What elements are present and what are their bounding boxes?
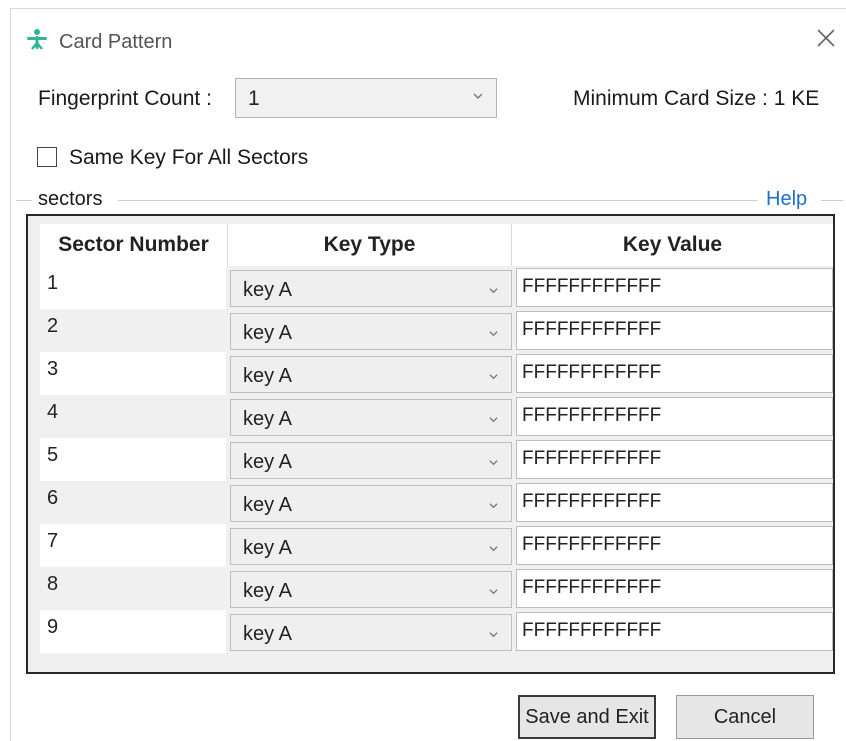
fingerprint-count-value: 1	[248, 87, 260, 110]
chevron-down-icon	[488, 412, 499, 423]
sector-number-cell[interactable]: 7	[40, 524, 226, 567]
fingerprint-app-icon	[25, 27, 49, 51]
key-type-dropdown[interactable]: key A	[230, 485, 512, 522]
chevron-down-icon	[488, 498, 499, 509]
key-value-field[interactable]: FFFFFFFFFFFF	[516, 311, 833, 350]
sector-number-cell[interactable]: 6	[40, 481, 226, 524]
key-type-value: key A	[243, 494, 292, 516]
table-row: 5 key A FFFFFFFFFFFF	[40, 438, 835, 481]
help-link[interactable]: Help	[766, 188, 807, 211]
key-type-value: key A	[243, 537, 292, 559]
dialog-title: Card Pattern	[59, 31, 173, 53]
chevron-down-icon	[488, 369, 499, 380]
chevron-down-icon	[488, 455, 499, 466]
group-divider-right	[821, 200, 843, 201]
key-type-dropdown[interactable]: key A	[230, 313, 512, 350]
sector-number-cell[interactable]: 9	[40, 610, 226, 653]
fingerprint-count-label: Fingerprint Count :	[38, 87, 212, 110]
key-type-dropdown[interactable]: key A	[230, 571, 512, 608]
key-type-value: key A	[243, 322, 292, 344]
minimum-card-size-label: Minimum Card Size : 1 KE	[573, 87, 820, 110]
key-type-dropdown[interactable]: key A	[230, 356, 512, 393]
sector-number-cell[interactable]: 1	[40, 266, 226, 309]
sector-number-cell[interactable]: 5	[40, 438, 226, 481]
save-and-exit-button[interactable]: Save and Exit	[518, 695, 656, 739]
key-type-dropdown[interactable]: key A	[230, 399, 512, 436]
chevron-down-icon	[488, 541, 499, 552]
key-type-value: key A	[243, 365, 292, 387]
close-icon[interactable]	[811, 23, 841, 53]
table-row: 4 key A FFFFFFFFFFFF	[40, 395, 835, 438]
header-key-type[interactable]: Key Type	[228, 224, 512, 266]
chevron-down-icon	[488, 326, 499, 337]
group-divider	[118, 200, 758, 201]
header-key-value[interactable]: Key Value	[512, 224, 833, 266]
chevron-down-icon	[488, 584, 499, 595]
table-row: 1 key A FFFFFFFFFFFF	[40, 266, 835, 309]
sector-number-cell[interactable]: 3	[40, 352, 226, 395]
key-type-dropdown[interactable]: key A	[230, 270, 512, 307]
title-bar: Card Pattern	[11, 9, 846, 71]
header-sector-number[interactable]: Sector Number	[40, 224, 228, 266]
key-value-field[interactable]: FFFFFFFFFFFF	[516, 440, 833, 479]
table-row: 7 key A FFFFFFFFFFFF	[40, 524, 835, 567]
key-type-dropdown[interactable]: key A	[230, 528, 512, 565]
key-value-field[interactable]: FFFFFFFFFFFF	[516, 268, 833, 307]
key-value-field[interactable]: FFFFFFFFFFFF	[516, 612, 833, 651]
table-row: 9 key A FFFFFFFFFFFF	[40, 610, 835, 653]
key-type-value: key A	[243, 580, 292, 602]
sectors-table: Sector Number Key Type Key Value 1 key A…	[26, 214, 835, 674]
key-type-value: key A	[243, 451, 292, 473]
key-type-value: key A	[243, 623, 292, 645]
key-value-field[interactable]: FFFFFFFFFFFF	[516, 526, 833, 565]
same-key-label: Same Key For All Sectors	[69, 146, 309, 169]
card-pattern-dialog: Card Pattern Fingerprint Count : 1 Minim…	[10, 8, 846, 741]
table-row: 6 key A FFFFFFFFFFFF	[40, 481, 835, 524]
key-type-value: key A	[243, 279, 292, 301]
chevron-down-icon	[472, 89, 484, 101]
key-value-field[interactable]: FFFFFFFFFFFF	[516, 483, 833, 522]
key-type-value: key A	[243, 408, 292, 430]
sector-number-cell[interactable]: 8	[40, 567, 226, 610]
key-value-field[interactable]: FFFFFFFFFFFF	[516, 354, 833, 393]
table-row: 2 key A FFFFFFFFFFFF	[40, 309, 835, 352]
cancel-button[interactable]: Cancel	[676, 695, 814, 739]
sector-number-cell[interactable]: 4	[40, 395, 226, 438]
chevron-down-icon	[488, 627, 499, 638]
table-row: 3 key A FFFFFFFFFFFF	[40, 352, 835, 395]
table-row: 8 key A FFFFFFFFFFFF	[40, 567, 835, 610]
same-key-checkbox[interactable]	[37, 147, 57, 167]
chevron-down-icon	[488, 283, 499, 294]
key-type-dropdown[interactable]: key A	[230, 614, 512, 651]
key-type-dropdown[interactable]: key A	[230, 442, 512, 479]
key-value-field[interactable]: FFFFFFFFFFFF	[516, 397, 833, 436]
sector-number-cell[interactable]: 2	[40, 309, 226, 352]
fingerprint-count-dropdown[interactable]: 1	[235, 78, 497, 118]
key-value-field[interactable]: FFFFFFFFFFFF	[516, 569, 833, 608]
group-divider-left	[16, 200, 32, 201]
sectors-group-label: sectors	[38, 188, 103, 210]
